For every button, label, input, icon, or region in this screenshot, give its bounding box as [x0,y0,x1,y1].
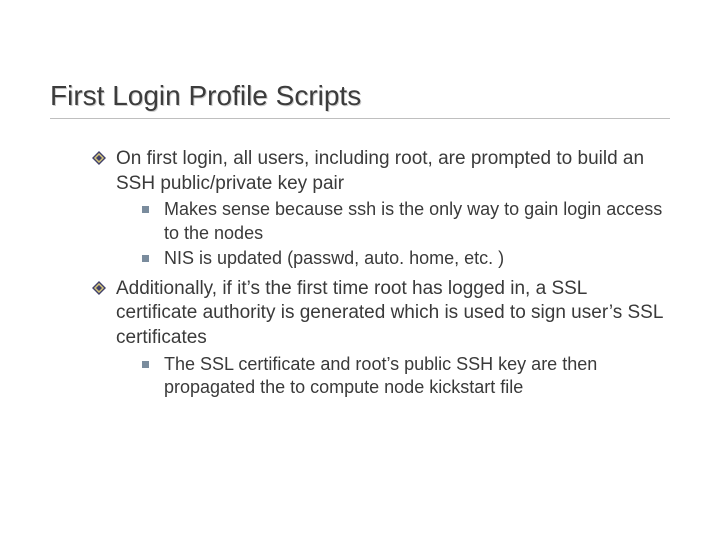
slide-title: First Login Profile Scripts [50,80,670,112]
sub-list-item: NIS is updated (passwd, auto. home, etc.… [142,247,670,270]
slide: First Login Profile Scripts On first log… [0,0,720,540]
sub-list: The SSL certificate and root’s public SS… [142,353,670,400]
bullet-list: On first login, all users, including roo… [92,147,670,399]
diamond-icon [92,151,106,165]
slide-body: On first login, all users, including roo… [50,147,670,399]
sub-list-item: The SSL certificate and root’s public SS… [142,353,670,400]
diamond-icon [92,281,106,295]
sub-list: Makes sense because ssh is the only way … [142,198,670,270]
title-rule [50,118,670,119]
sub-item-text: The SSL certificate and root’s public SS… [164,354,597,397]
list-item-text: Additionally, if it’s the first time roo… [116,278,663,348]
sub-item-text: NIS is updated (passwd, auto. home, etc.… [164,248,504,268]
square-icon [142,255,149,262]
sub-list-item: Makes sense because ssh is the only way … [142,198,670,245]
list-item: On first login, all users, including roo… [92,147,670,271]
sub-item-text: Makes sense because ssh is the only way … [164,199,662,242]
list-item-text: On first login, all users, including roo… [116,148,644,194]
square-icon [142,361,149,368]
list-item: Additionally, if it’s the first time roo… [92,277,670,400]
square-icon [142,206,149,213]
